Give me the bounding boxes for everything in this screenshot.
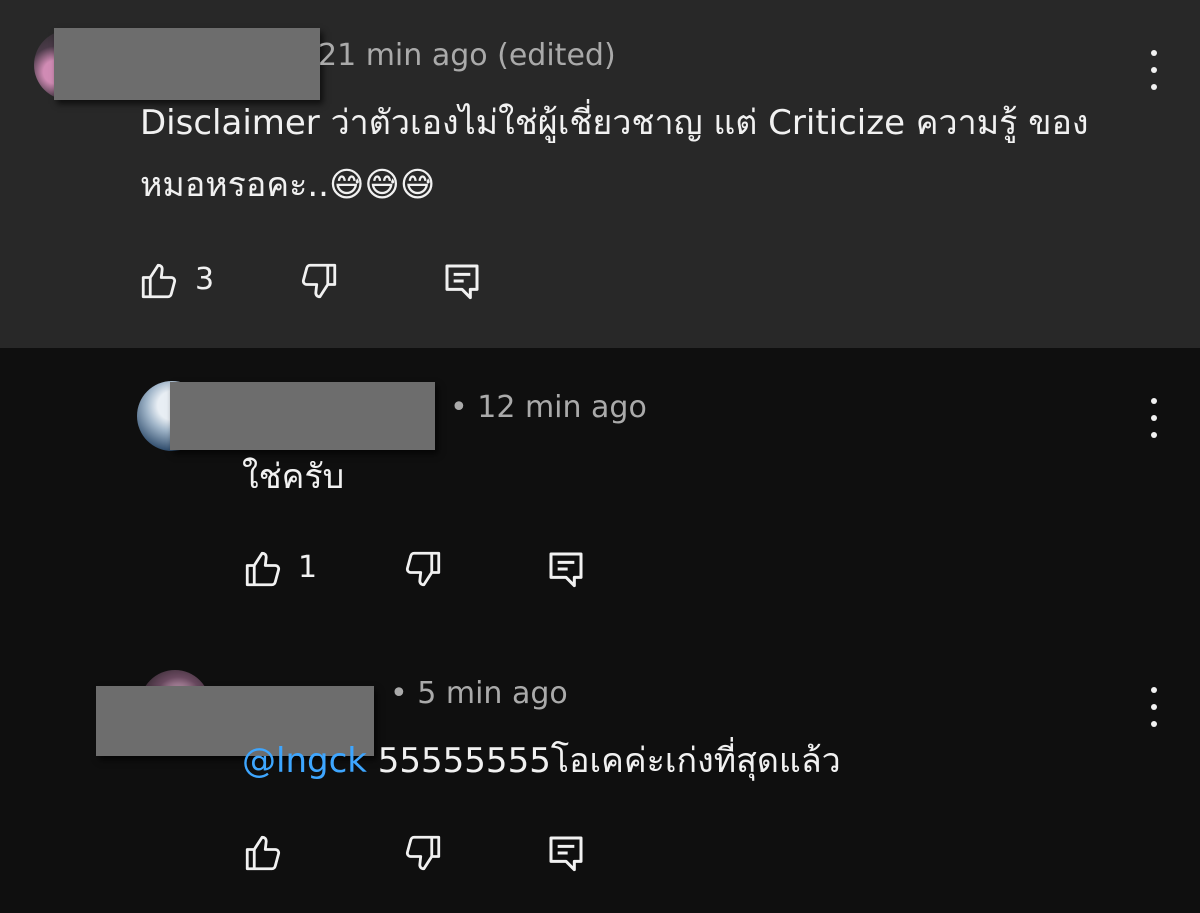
thumbs-down-icon	[405, 835, 441, 871]
reply-icon	[445, 264, 479, 300]
reply-button[interactable]	[546, 832, 586, 874]
redacted-username	[170, 382, 435, 450]
more-vert-icon	[1151, 687, 1157, 693]
reply-thread-1: • 12 min ago ใช่ครับ 1	[0, 348, 1200, 630]
comment-text: @lngck 55555555โอเคค่ะเก่งที่สุดแล้ว	[242, 730, 841, 792]
mention-link[interactable]: @lngck	[242, 741, 367, 781]
comment-timestamp: 21 min ago (edited)	[318, 38, 616, 73]
comment-text: ใช่ครับ	[242, 457, 345, 497]
thumbs-up-icon	[141, 263, 177, 299]
reply-icon	[549, 836, 583, 872]
comment-text: Disclaimer ว่าตัวเองไม่ใช่ผู้เชี่ยวชาญ แ…	[140, 103, 1089, 205]
like-button[interactable]	[138, 260, 180, 302]
comment-timestamp: • 5 min ago	[390, 676, 568, 711]
like-count: 3	[195, 262, 215, 297]
reply-icon	[549, 552, 583, 588]
thumbs-up-icon	[245, 835, 281, 871]
reply-button[interactable]	[442, 260, 482, 302]
thumbs-up-icon	[245, 551, 281, 587]
redacted-username	[54, 28, 320, 100]
more-vert-icon	[1151, 398, 1157, 404]
dislike-button[interactable]	[298, 260, 340, 302]
thumbs-down-icon	[301, 263, 337, 299]
comment-timestamp: • 12 min ago	[450, 390, 647, 425]
like-button[interactable]	[242, 832, 284, 874]
thumbs-down-icon	[405, 551, 441, 587]
reply-thread-2: • 5 min ago @lngck 55555555โอเคค่ะเก่งที…	[0, 630, 1200, 913]
like-count: 1	[298, 550, 318, 585]
comment-text-body: 55555555โอเคค่ะเก่งที่สุดแล้ว	[366, 741, 841, 781]
dislike-button[interactable]	[402, 832, 444, 874]
dislike-button[interactable]	[402, 548, 444, 590]
more-vert-icon	[1151, 50, 1157, 56]
like-button[interactable]	[242, 548, 284, 590]
more-options-button[interactable]	[1149, 398, 1159, 438]
more-options-button[interactable]	[1149, 50, 1159, 90]
reply-button[interactable]	[546, 548, 586, 590]
comment-thread-top: 21 min ago (edited) Disclaimer ว่าตัวเอง…	[0, 0, 1200, 348]
more-options-button[interactable]	[1149, 687, 1159, 727]
